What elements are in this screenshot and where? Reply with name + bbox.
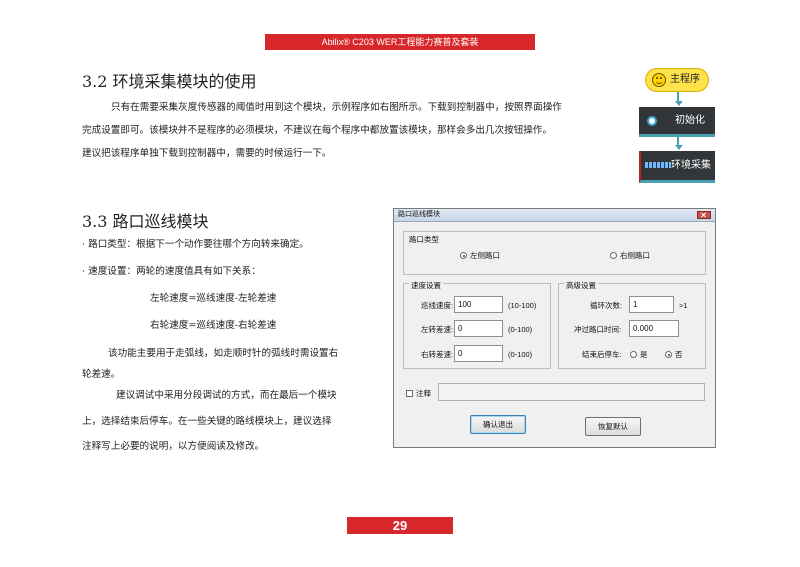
left-junction-label: 左侧路口	[470, 251, 500, 260]
formula-left-speed: 左轮速度=巡线速度-左轮差速	[150, 293, 277, 304]
rush-time-input[interactable]: 0.000	[629, 320, 679, 337]
init-label: 初始化	[675, 115, 705, 126]
bullet-junction-type: · 路口类型：根据下一个动作要往哪个方向转来确定。	[82, 239, 309, 250]
stop-yes-radio[interactable]	[630, 351, 637, 358]
right-diff-input[interactable]: 0	[454, 345, 503, 362]
stop-after-label: 结束后停车:	[582, 350, 622, 359]
header-banner: Abilix® C203 WER工程能力赛普及套装	[265, 34, 535, 50]
flow-arrow-icon	[675, 145, 683, 150]
right-junction-radio[interactable]	[610, 252, 617, 259]
stop-no-label: 否	[675, 350, 683, 359]
right-diff-range: (0-100)	[508, 350, 533, 359]
junction-line-dialog: 路口巡线模块 路口类型 左侧路口 右侧路口 速度设置 巡线速度: 100 (10…	[393, 208, 716, 448]
junction-type-label: 路口类型	[409, 235, 439, 244]
smiley-icon	[652, 73, 666, 87]
main-program-block: 主程序	[645, 68, 709, 92]
left-junction-radio[interactable]	[460, 252, 467, 259]
paragraph-line: 只有在需要采集灰度传感器的阈值时用到这个模块，示例程序如右图所示。下载到控制器中…	[111, 102, 562, 113]
right-junction-label: 右侧路口	[620, 251, 650, 260]
loop-count-label: 循环次数:	[590, 301, 623, 310]
line-speed-label: 巡线速度:	[421, 301, 454, 310]
loop-count-input[interactable]: 1	[629, 296, 674, 313]
comment-input[interactable]	[438, 383, 705, 401]
comment-label: 注释	[416, 389, 431, 398]
paragraph-line: 建议把该程序单独下载到控制器中，需要的时候运行一下。	[82, 148, 332, 159]
env-collect-block: 环境采集	[639, 151, 715, 183]
dialog-title: 路口巡线模块	[398, 211, 440, 218]
env-collect-label: 环境采集	[671, 160, 711, 171]
section-heading-3-3: 3.3 路口巡线模块	[82, 212, 209, 231]
left-diff-label: 左转差速:	[421, 325, 454, 334]
speed-settings-label: 速度设置	[409, 280, 443, 291]
left-diff-input[interactable]: 0	[454, 320, 503, 337]
loop-count-hint: >1	[679, 301, 688, 310]
debug-line: 注释写上必要的说明，以方便阅读及修改。	[82, 441, 265, 452]
note-line: 轮差速。	[82, 369, 121, 380]
init-block: 初始化	[639, 107, 715, 137]
stop-no-radio[interactable]	[665, 351, 672, 358]
advanced-settings-label: 高级设置	[564, 280, 598, 291]
comment-checkbox[interactable]	[406, 390, 413, 397]
line-speed-input[interactable]: 100	[454, 296, 503, 313]
debug-line: 上，选择结束后停车。在一些关键的路线模块上，建议选择	[82, 416, 332, 427]
right-diff-label: 右转差速:	[421, 350, 454, 359]
paragraph-line: 完成设置即可。该模块并不是程序的必须模块，不建议在每个程序中都放置该模块，那样会…	[82, 125, 553, 136]
sensor-bars-icon	[645, 162, 671, 168]
junction-type-group	[403, 231, 706, 275]
section-heading-3-2: 3.2 环境采集模块的使用	[82, 72, 257, 91]
page-number: 29	[347, 517, 453, 534]
dialog-titlebar[interactable]: 路口巡线模块	[394, 209, 715, 222]
note-line: 该功能主要用于走弧线，如走顺时针的弧线时需设置右	[108, 348, 339, 359]
stop-yes-label: 是	[640, 350, 648, 359]
left-diff-range: (0-100)	[508, 325, 533, 334]
rush-time-label: 冲过路口时间:	[574, 325, 622, 334]
confirm-exit-button[interactable]: 确认退出	[470, 415, 526, 434]
close-icon[interactable]	[697, 211, 711, 219]
restore-default-button[interactable]: 恢复默认	[585, 417, 641, 436]
line-speed-range: (10-100)	[508, 301, 537, 310]
circle-icon	[647, 116, 657, 126]
flow-arrow-icon	[675, 101, 683, 106]
formula-right-speed: 右轮速度=巡线速度-右轮差速	[150, 320, 277, 331]
bullet-speed-setting: · 速度设置：两轮的速度值具有如下关系：	[82, 266, 261, 277]
main-program-label: 主程序	[670, 74, 700, 85]
debug-line: 建议调试中采用分段调试的方式，而在最后一个模块	[116, 390, 337, 401]
